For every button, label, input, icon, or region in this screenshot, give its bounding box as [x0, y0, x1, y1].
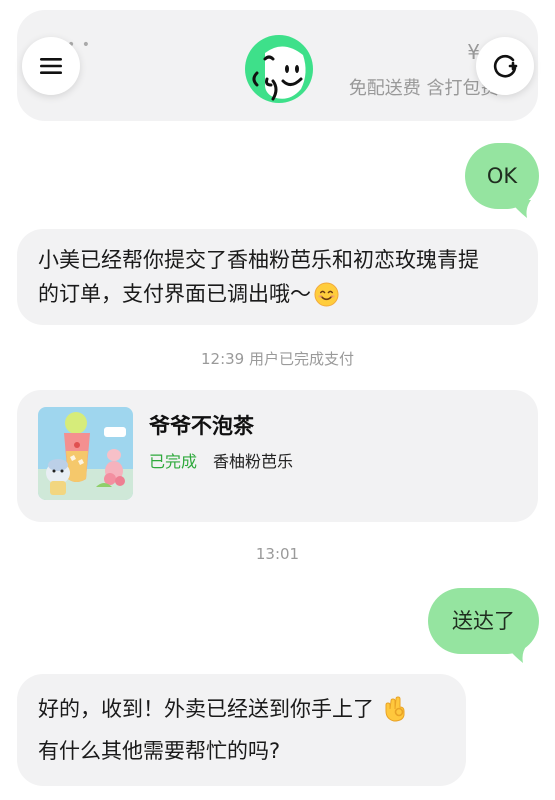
message-line-1: 好的，收到！外卖已经送到你手上了	[38, 688, 466, 730]
assistant-avatar[interactable]	[243, 33, 315, 105]
new-chat-icon	[493, 54, 518, 78]
message-line-1: 小美已经帮你提交了香柚粉芭乐和初恋玫瑰青提	[38, 248, 479, 272]
bubble-tail	[509, 200, 531, 218]
order-item-name: 香柚粉芭乐	[213, 452, 294, 471]
message-line-1-text: 好的，收到！外卖已经送到你手上了	[38, 697, 374, 721]
menu-button[interactable]	[22, 37, 80, 95]
order-card[interactable]: 爷爷不泡茶 已完成 香柚粉芭乐	[17, 390, 538, 522]
message-line-2: 的订单，支付界面已调出哦～	[38, 277, 518, 311]
order-status: 已完成	[149, 452, 198, 471]
new-chat-button[interactable]	[476, 37, 534, 95]
message-timestamp: 13:01	[255, 545, 300, 563]
message-line-2-text: 的订单，支付界面已调出哦～	[38, 282, 311, 306]
drink-product-image	[38, 407, 133, 500]
message-text: OK	[486, 164, 518, 188]
store-thumbnail	[38, 407, 133, 500]
payment-timestamp: 12:39 用户已完成支付	[201, 350, 354, 368]
ok-hand-emoji-icon	[385, 696, 405, 722]
avatar-face-icon	[245, 35, 313, 103]
bubble-tail	[505, 645, 527, 663]
menu-icon	[40, 58, 62, 74]
message-line-2: 有什么其他需要帮忙的吗?	[38, 739, 281, 763]
delivery-label: 免配送费 含打包费	[348, 78, 499, 99]
bot-message-delivered-reply[interactable]: 好的，收到！外卖已经送到你手上了 有什么其他需要帮忙的吗?	[17, 674, 466, 786]
store-name: 爷爷不泡茶	[149, 414, 254, 438]
smiling-face-emoji-icon	[314, 281, 339, 307]
message-text: 送达了	[452, 609, 515, 633]
bot-message-order-submitted[interactable]: 小美已经帮你提交了香柚粉芭乐和初恋玫瑰青提 的订单，支付界面已调出哦～	[17, 229, 538, 325]
